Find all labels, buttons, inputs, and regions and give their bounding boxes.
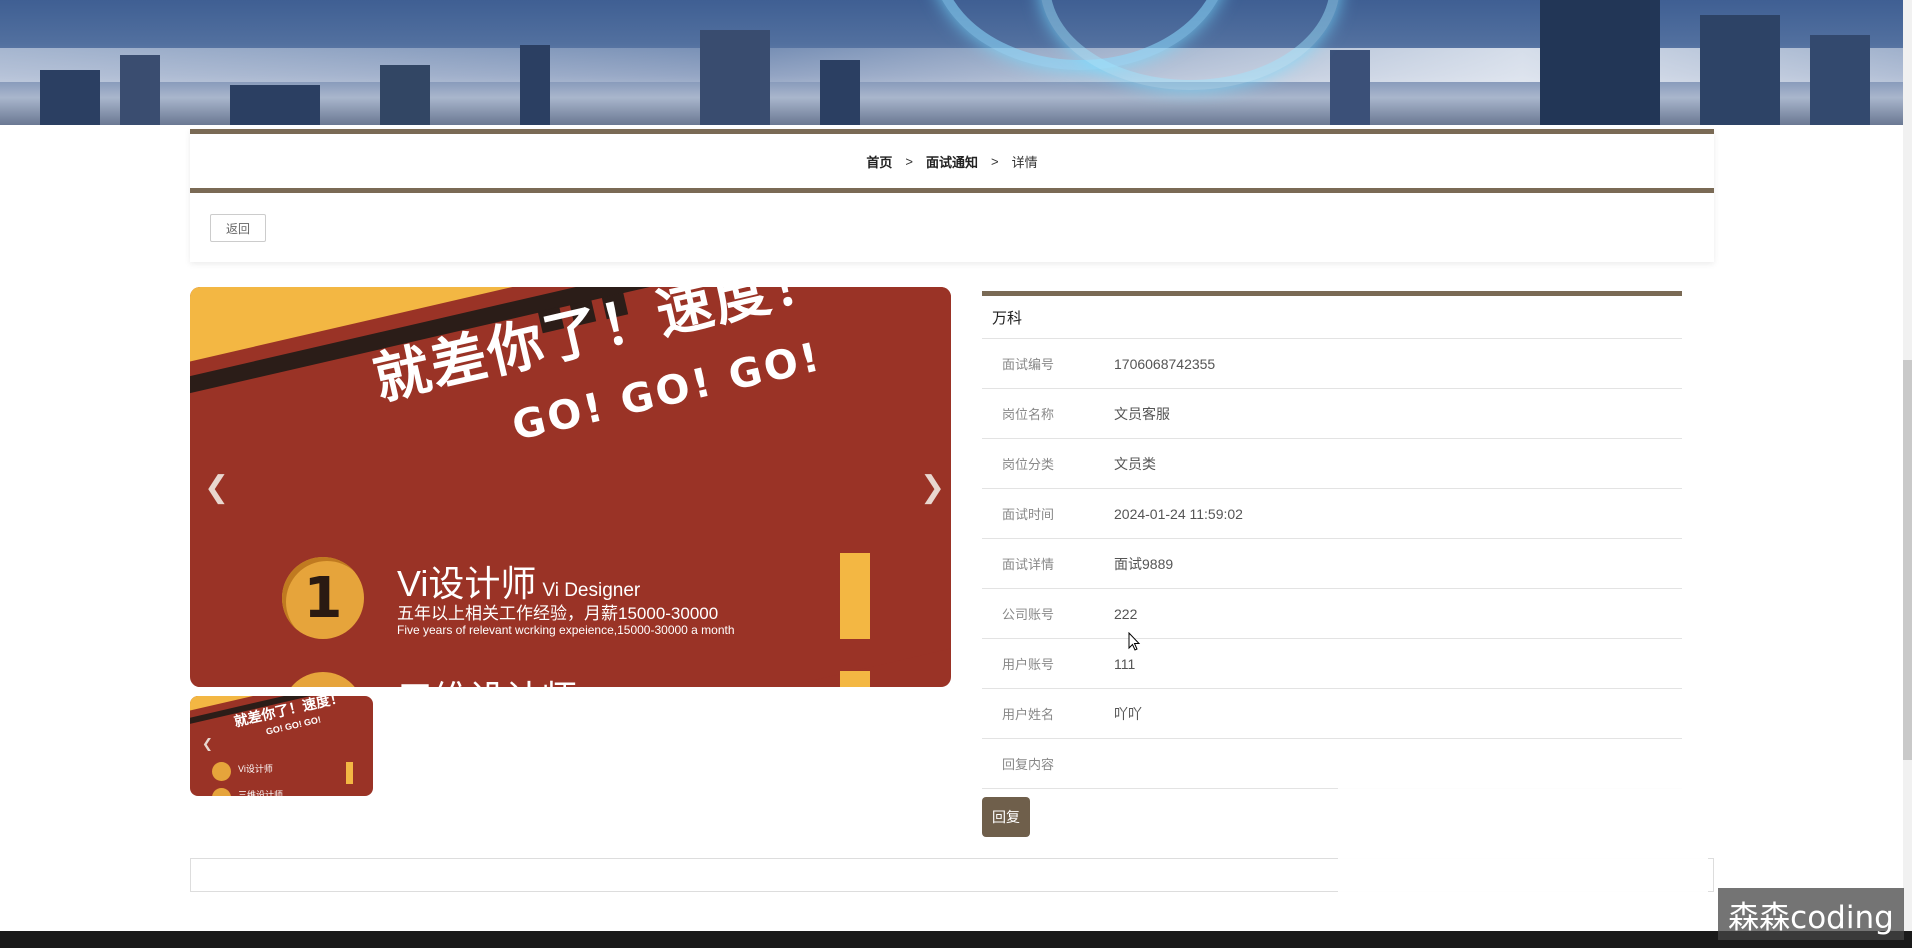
mouse-cursor-icon: [1128, 631, 1142, 657]
back-button[interactable]: 返回: [210, 214, 266, 242]
detail-row: 岗位名称 文员客服: [982, 389, 1682, 439]
poster-accent-bar: [840, 553, 870, 639]
field-value: 文员客服: [1114, 405, 1170, 422]
field-label: 面试详情: [1002, 557, 1055, 572]
field-label: 用户账号: [1002, 657, 1055, 672]
field-label: 回复内容: [1002, 757, 1055, 772]
overlay-fade: [1338, 770, 1708, 940]
detail-row: 公司账号 222: [982, 589, 1682, 639]
field-value: 吖吖: [1114, 705, 1142, 722]
item-number-badge: 1: [282, 557, 364, 639]
chevron-left-icon: ❮: [202, 736, 213, 751]
detail-row: 面试时间 2024-01-24 11:59:02: [982, 489, 1682, 539]
field-label: 岗位分类: [1002, 457, 1055, 472]
breadcrumb-section[interactable]: 面试通知: [926, 152, 978, 171]
job-description: 五年以上相关工作经验，月薪15000-30000: [397, 604, 719, 623]
job-title-text: Vi设计师: [397, 563, 537, 604]
breadcrumb-separator: >: [905, 153, 913, 169]
thumbnail-job-title: Vi设计师: [238, 764, 273, 774]
field-label: 用户姓名: [1002, 707, 1055, 722]
job-title-en: Vi Designer: [542, 580, 641, 601]
image-carousel[interactable]: 就差你了！速度！ GO! GO! GO! 1 Vi设计师 Vi Designer …: [190, 287, 951, 687]
watermark: 森森coding: [1718, 888, 1904, 940]
chevron-left-icon[interactable]: ❮: [204, 473, 229, 503]
next-job-title: 三维设计师: [397, 670, 577, 687]
breadcrumb-home[interactable]: 首页: [866, 152, 892, 171]
field-value: 文员类: [1114, 455, 1156, 472]
field-value: 1706068742355: [1114, 355, 1216, 372]
detail-row: 岗位分类 文员类: [982, 439, 1682, 489]
chevron-right-icon[interactable]: ❯: [920, 473, 945, 503]
job-description-en: Five years of relevant wcrking expeience…: [397, 623, 735, 637]
company-name: 万科: [982, 291, 1682, 339]
detail-row: 面试详情 面试9889: [982, 539, 1682, 589]
poster-accent-bar: [840, 671, 870, 687]
breadcrumb-panel: 首页 > 面试通知 > 详情 返回: [190, 129, 1714, 262]
interview-detail-table: 万科 面试编号 1706068742355 岗位名称 文员客服 岗位分类 文员类…: [982, 291, 1682, 789]
field-value: 面试9889: [1114, 555, 1174, 572]
field-label: 公司账号: [1002, 607, 1055, 622]
detail-row: 用户账号 111: [982, 639, 1682, 689]
field-value: 111: [1114, 655, 1136, 672]
top-banner-image: [0, 0, 1903, 125]
field-value: 222: [1114, 605, 1138, 622]
field-label: 面试编号: [1002, 357, 1055, 372]
field-value: 2024-01-24 11:59:02: [1114, 505, 1243, 522]
breadcrumb-current: 详情: [1011, 154, 1038, 170]
thumbnail-next-job-title: 三维设计师: [238, 790, 284, 796]
breadcrumb: 首页 > 面试通知 > 详情: [190, 129, 1714, 193]
breadcrumb-separator: >: [991, 153, 999, 169]
field-label: 岗位名称: [1002, 407, 1055, 422]
reply-button[interactable]: 回复: [982, 797, 1030, 837]
carousel-thumbnail[interactable]: 就差你了！速度！ GO! GO! GO! Vi设计师 三维设计师 ❮: [190, 696, 373, 796]
footer-bar: [0, 931, 1912, 948]
detail-row: 用户姓名 吖吖: [982, 689, 1682, 739]
scrollbar-thumb[interactable]: [1903, 360, 1912, 760]
detail-row: 面试编号 1706068742355: [982, 339, 1682, 389]
field-label: 面试时间: [1002, 507, 1055, 522]
